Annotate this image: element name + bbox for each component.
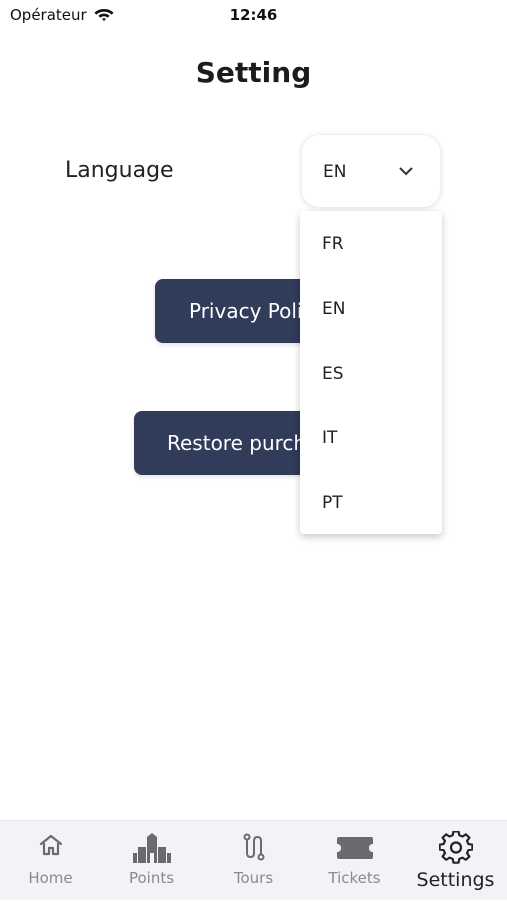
tab-settings-label: Settings	[416, 869, 495, 891]
monument-icon	[132, 833, 171, 863]
tab-tours[interactable]: Tours	[203, 821, 304, 901]
language-dropdown-menu: FR EN ES IT PT	[300, 211, 442, 534]
gear-icon	[438, 831, 473, 864]
language-selected-value: EN	[323, 162, 347, 182]
tab-home[interactable]: Home	[0, 821, 101, 901]
language-option-it[interactable]: IT	[322, 428, 337, 448]
language-option-fr[interactable]: FR	[322, 234, 344, 254]
home-icon	[39, 834, 62, 856]
route-icon	[243, 833, 264, 861]
language-select[interactable]: EN	[301, 134, 441, 208]
language-option-en[interactable]: EN	[322, 299, 345, 319]
language-option-es[interactable]: ES	[322, 364, 344, 384]
chevron-down-icon	[399, 167, 413, 176]
tab-tickets-label: Tickets	[328, 869, 381, 887]
language-label: Language	[65, 158, 174, 183]
status-bar: Opérateur 12:46	[0, 0, 507, 30]
language-option-pt[interactable]: PT	[322, 493, 343, 513]
tab-points[interactable]: Points	[101, 821, 202, 901]
tab-settings[interactable]: Settings	[405, 821, 506, 901]
ticket-icon	[336, 837, 373, 859]
tab-bar: Home Points Tours Tickets Settings	[0, 820, 507, 900]
page-title: Setting	[195, 56, 312, 89]
tab-tours-label: Tours	[233, 869, 274, 887]
tab-points-label: Points	[128, 869, 175, 887]
status-time: 12:46	[229, 6, 278, 24]
tab-tickets[interactable]: Tickets	[304, 821, 405, 901]
tab-home-label: Home	[28, 869, 73, 887]
